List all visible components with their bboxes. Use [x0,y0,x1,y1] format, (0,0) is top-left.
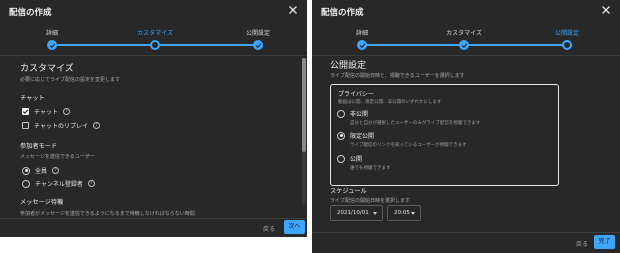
divider [0,218,307,219]
unlisted-desc: ライブ配信のリンクを知っているユーザーが視聴できます [350,143,467,148]
private-desc: 自分と自分が選択したユーザーのみがライブ配信を視聴できます [350,121,481,126]
date-value: 2021/10/01 [337,210,369,216]
help-icon[interactable]: ? [52,167,60,174]
everyone-label: 全員 [35,168,48,175]
step-current-icon[interactable] [150,40,160,50]
page-heading: 公開設定 [330,61,367,71]
visibility-dialog: 配信の作成 詳細 カスタマイズ 公開設定 公開設定 ライブ配信の開始日時と、視聴… [312,0,620,253]
participant-mode-subtitle: メッセージを送信できるユーザー [20,154,95,160]
members-radio-row[interactable]: チャンネル登録者 ? [22,179,95,188]
page-subheading: ライブ配信の開始日時と、視聴できるユーザーを選択します [330,73,465,79]
scrollbar[interactable] [302,58,306,204]
private-radio[interactable] [337,109,345,118]
schedule-title: スケジュール [330,188,367,195]
chat-replay-label: チャットのリプレイ [34,123,88,130]
step-done-icon[interactable] [47,40,57,50]
step-done-icon[interactable] [459,40,469,50]
divider [312,55,620,56]
chevron-down-icon [411,212,415,215]
privacy-title: プライバシー [338,91,374,98]
step-label-details: 詳細 [45,30,59,37]
step-current-icon[interactable] [562,40,572,50]
stepper: 詳細 カスタマイズ 公開設定 [0,28,307,52]
divider [0,55,307,56]
unlisted-radio-row[interactable]: 限定公開 [337,131,374,140]
back-button[interactable]: 戻る [576,239,588,248]
everyone-radio[interactable] [22,166,30,175]
message-wait-subtitle: 参加者がメッセージを送信できるようになるまで待機しなければならない時間 [20,211,195,217]
customize-dialog: 配信の作成 詳細 カスタマイズ 公開設定 カスタマイズ 必要に応じてライブ配信の… [0,0,307,237]
public-desc: 誰でも視聴できます [350,166,391,171]
chat-checkbox-row[interactable]: チャット ? [22,107,70,116]
help-icon[interactable]: ? [62,108,70,115]
chevron-down-icon [373,212,377,215]
chat-checkbox[interactable] [22,108,29,115]
help-icon[interactable]: ? [92,122,100,129]
close-icon[interactable] [600,4,612,16]
dialog-title: 配信の作成 [321,8,364,18]
chat-replay-checkbox[interactable] [22,122,29,129]
step-label-visibility: 公開設定 [554,30,580,37]
scrollbar-thumb[interactable] [302,58,306,152]
time-select[interactable]: 20:05 [387,205,421,221]
dialog-title: 配信の作成 [9,8,52,18]
public-radio-row[interactable]: 公開 [337,154,362,163]
step-label-visibility: 公開設定 [245,30,271,37]
close-icon[interactable] [287,4,299,16]
everyone-radio-row[interactable]: 全員 ? [22,166,60,175]
private-radio-row[interactable]: 非公開 [337,109,368,118]
page-heading: カスタマイズ [20,64,74,74]
chat-section-title: チャット [20,95,45,102]
privacy-box: プライバシー 動画は公開、限定公開、非公開のいずれかにします 非公開 自分と自分… [330,84,559,186]
done-button[interactable]: 完了 [594,235,615,249]
help-icon[interactable]: ? [87,180,95,187]
page-subheading: 必要に応じてライブ配信の設定を変更します [20,77,121,83]
participant-mode-title: 参加者モード [20,143,58,150]
unlisted-radio[interactable] [337,131,345,140]
chat-label: チャット [34,109,58,116]
step-done-icon[interactable] [253,40,263,50]
public-radio[interactable] [337,154,345,163]
message-wait-title: メッセージ待機 [20,199,64,206]
dialog-titlebar: 配信の作成 [0,0,307,24]
time-value: 20:05 [394,210,410,216]
step-label-customize: カスタマイズ [446,30,482,37]
public-label: 公開 [350,156,363,163]
schedule-subtitle: ライブ配信の開始日時を選択します [330,198,411,204]
privacy-subtitle: 動画は公開、限定公開、非公開のいずれかにします [338,100,442,105]
chat-replay-checkbox-row[interactable]: チャットのリプレイ ? [22,121,100,130]
private-label: 非公開 [350,111,369,118]
back-button[interactable]: 戻る [263,224,275,233]
unlisted-label: 限定公開 [350,133,375,140]
divider [312,232,620,233]
next-button[interactable]: 次へ [284,220,305,234]
date-select[interactable]: 2021/10/01 [330,205,383,221]
members-radio[interactable] [22,179,30,188]
step-done-icon[interactable] [357,40,367,50]
members-label: チャンネル登録者 [35,181,83,188]
step-label-customize: カスタマイズ [137,30,173,37]
dialog-titlebar: 配信の作成 [312,0,620,24]
step-label-details: 詳細 [355,30,369,37]
stepper: 詳細 カスタマイズ 公開設定 [312,28,620,52]
